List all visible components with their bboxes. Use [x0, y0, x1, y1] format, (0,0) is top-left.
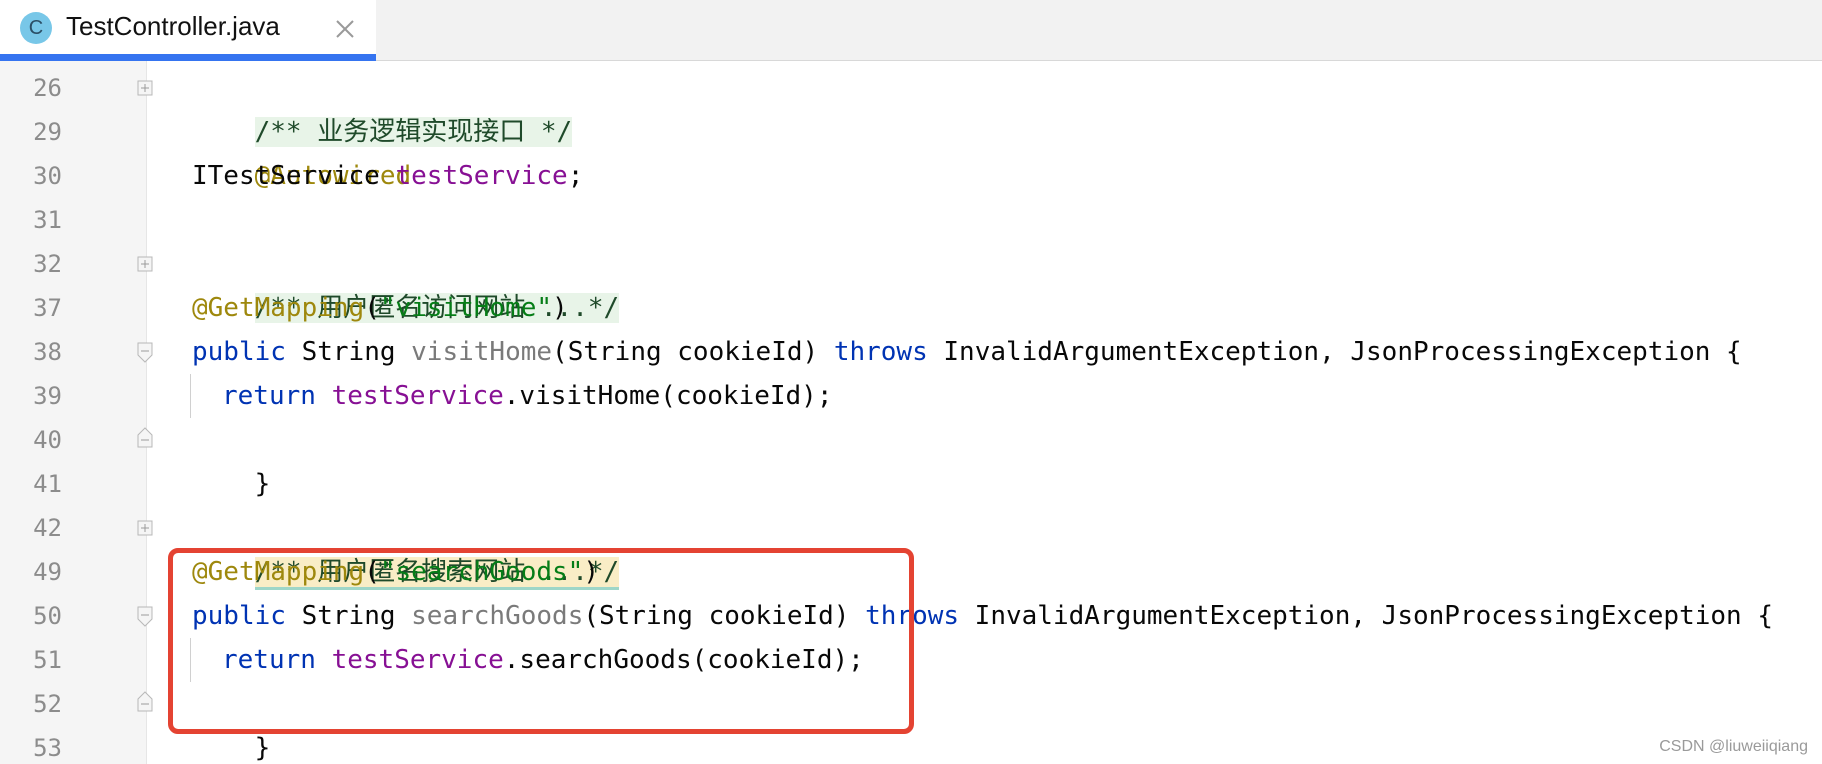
code-line-26[interactable]: /** 业务逻辑实现接口 */ [192, 66, 573, 147]
code-line-32[interactable]: /** 用户匿名访问网站 ...*/ [192, 242, 620, 323]
indent-guide [190, 374, 191, 418]
line-number: 37 [33, 294, 62, 322]
line-number: 41 [33, 470, 62, 498]
exceptions: InvalidArgumentException, JsonProcessing… [927, 337, 1742, 367]
field-name: testService [331, 381, 504, 411]
line-number: 52 [33, 690, 62, 718]
line-number: 31 [33, 206, 62, 234]
line-number: 39 [33, 382, 62, 410]
fold-expand-icon[interactable] [137, 520, 153, 536]
closing-brace: } [254, 469, 271, 499]
line-number: 38 [33, 338, 62, 366]
code-line-40[interactable]: } [192, 418, 271, 499]
line-number: 26 [33, 74, 62, 102]
method-call: .visitHome(cookieId); [503, 381, 833, 411]
java-class-icon: C [20, 12, 52, 44]
code-line-42[interactable]: /** 用户匿名搜索网站 ...*/ [192, 506, 620, 590]
line-number: 49 [33, 558, 62, 586]
parameters: (String cookieId) [552, 337, 834, 367]
tab-bar: C TestController.java [0, 0, 1822, 61]
code-line-30[interactable]: ITestService testService; [192, 154, 583, 198]
paren: ) [552, 293, 568, 323]
fold-collapse-icon[interactable] [137, 342, 153, 364]
line-number: 42 [33, 514, 62, 542]
keyword: public [192, 337, 286, 367]
line-number: 40 [33, 426, 62, 454]
close-icon[interactable] [334, 18, 356, 40]
fold-expand-icon[interactable] [137, 80, 153, 96]
keyword: return [222, 381, 316, 411]
field-name: testService [395, 161, 568, 191]
fold-end-icon[interactable] [137, 426, 153, 448]
closing-brace: } [254, 733, 271, 763]
line-number: 32 [33, 250, 62, 278]
tab-testcontroller[interactable]: C TestController.java [0, 0, 376, 61]
fold-expand-icon[interactable] [137, 256, 153, 272]
line-number: 30 [33, 162, 62, 190]
string-literal: "visitHome" [379, 293, 553, 323]
line-number: 50 [33, 602, 62, 630]
code-line-39[interactable]: return testService.visitHome(cookieId); [222, 374, 833, 418]
line-number: 51 [33, 646, 62, 674]
return-type: String [285, 337, 412, 367]
highlight-annotation-box [168, 548, 914, 734]
editor-window: C TestController.java 26 29 30 31 32 37 … [0, 0, 1822, 764]
line-number: 53 [33, 734, 62, 762]
exceptions: InvalidArgumentException, JsonProcessing… [959, 601, 1774, 631]
line-number: 29 [33, 118, 62, 146]
paren: ( [364, 293, 380, 323]
method-name: visitHome [411, 337, 553, 367]
annotation: @GetMapping [192, 293, 365, 323]
type-name: ITestService [192, 161, 396, 191]
fold-collapse-icon[interactable] [137, 606, 153, 628]
punctuation: ; [567, 161, 584, 191]
watermark: CSDN @liuweiiqiang [1659, 738, 1808, 755]
keyword: throws [833, 337, 928, 367]
fold-end-icon[interactable] [137, 690, 153, 712]
code-line-37[interactable]: @GetMapping("visitHome") [192, 286, 568, 330]
tab-label: TestController.java [66, 11, 280, 41]
code-line-29[interactable]: @Autowired [192, 110, 412, 191]
code-line-38[interactable]: public String visitHome(String cookieId)… [192, 330, 1742, 374]
